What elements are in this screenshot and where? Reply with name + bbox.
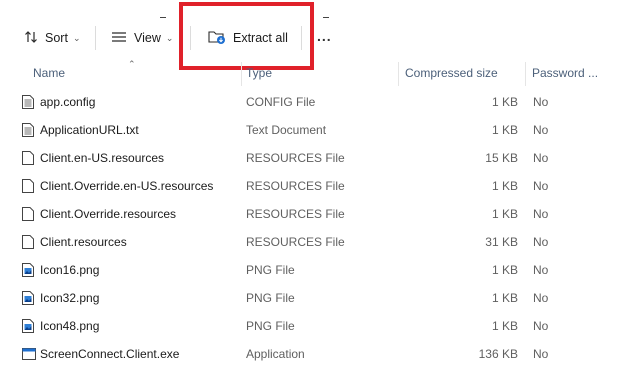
file-password: No: [533, 319, 549, 333]
column-divider[interactable]: [525, 62, 526, 86]
file-name: ApplicationURL.txt: [40, 123, 139, 137]
file-type: PNG File: [246, 319, 295, 333]
file-type: Application: [246, 347, 305, 361]
file-size: 1 KB: [491, 207, 518, 221]
file-type: Text Document: [246, 123, 327, 137]
file-type: RESOURCES File: [246, 151, 345, 165]
sort-label: Sort: [45, 31, 68, 45]
toolbar-separator: [95, 26, 96, 50]
file-name: Client.resources: [40, 235, 127, 249]
file-row[interactable]: Client.Override.en-US.resources RESOURCE…: [0, 172, 621, 200]
file-name: Icon32.png: [40, 291, 100, 305]
view-icon: [111, 30, 127, 47]
file-row[interactable]: Icon32.png PNG File 1 KB No: [0, 284, 621, 312]
file-name: Icon48.png: [40, 319, 100, 333]
blank-file-icon: [22, 207, 34, 221]
column-type[interactable]: Type: [246, 66, 272, 80]
column-header: ⌃ Name Type Compressed size Password ...: [0, 59, 621, 88]
file-type: RESOURCES File: [246, 179, 345, 193]
file-name: Client.Override.resources: [40, 207, 177, 221]
overflow-dash: [160, 17, 166, 18]
file-row[interactable]: app.config CONFIG File 1 KB No: [0, 88, 621, 116]
blank-file-icon: [22, 179, 34, 193]
image-file-icon: [22, 291, 34, 305]
text-file-icon: [22, 123, 34, 137]
file-password: No: [533, 291, 549, 305]
view-label: View: [134, 31, 161, 45]
file-name: Icon16.png: [40, 263, 100, 277]
file-row[interactable]: ScreenConnect.Client.exe Application 136…: [0, 340, 621, 368]
file-size: 1 KB: [491, 291, 518, 305]
sort-ascending-icon: ⌃: [128, 59, 136, 69]
file-password: No: [533, 235, 549, 249]
column-name[interactable]: Name: [33, 66, 65, 80]
file-size: 1 KB: [491, 263, 518, 277]
file-password: No: [533, 179, 549, 193]
file-size: 1 KB: [491, 319, 518, 333]
file-row[interactable]: Client.en-US.resources RESOURCES File 15…: [0, 144, 621, 172]
file-type: CONFIG File: [246, 95, 316, 109]
column-divider[interactable]: [241, 62, 242, 86]
file-row[interactable]: Icon48.png PNG File 1 KB No: [0, 312, 621, 340]
file-name: Client.en-US.resources: [40, 151, 165, 165]
chevron-down-icon: ⌄: [72, 32, 81, 43]
file-password: No: [533, 123, 549, 137]
file-name: app.config: [40, 95, 96, 109]
blank-file-icon: [22, 235, 34, 249]
toolbar-separator: [301, 26, 302, 50]
extract-folder-icon: [208, 29, 226, 48]
file-type: PNG File: [246, 263, 295, 277]
image-file-icon: [22, 263, 34, 277]
file-type: RESOURCES File: [246, 207, 345, 221]
toolbar-separator: [190, 26, 191, 50]
file-row[interactable]: Client.Override.resources RESOURCES File…: [0, 200, 621, 228]
file-size: 1 KB: [491, 179, 518, 193]
file-size: 31 KB: [485, 235, 518, 249]
application-icon: [22, 347, 36, 361]
sort-button[interactable]: Sort ⌄: [24, 26, 80, 50]
view-button[interactable]: View ⌄: [111, 26, 173, 50]
extract-all-label: Extract all: [233, 31, 288, 45]
image-file-icon: [22, 319, 34, 333]
file-password: No: [533, 347, 549, 361]
file-explorer: Sort ⌄ View ⌄ Extract all ... ⌃ Name Typ…: [0, 0, 621, 377]
sort-icon: [24, 30, 38, 47]
file-type: PNG File: [246, 291, 295, 305]
chevron-down-icon: ⌄: [165, 32, 174, 43]
file-password: No: [533, 95, 549, 109]
file-size: 15 KB: [485, 151, 518, 165]
column-compressed-size[interactable]: Compressed size: [405, 66, 498, 80]
overflow-dash: [323, 17, 329, 18]
file-size: 136 KB: [478, 347, 518, 361]
command-bar: Sort ⌄ View ⌄ Extract all ...: [0, 0, 621, 70]
file-row[interactable]: Icon16.png PNG File 1 KB No: [0, 256, 621, 284]
file-size: 1 KB: [491, 95, 518, 109]
file-size: 1 KB: [491, 123, 518, 137]
file-password: No: [533, 263, 549, 277]
file-name: Client.Override.en-US.resources: [40, 179, 214, 193]
file-type: RESOURCES File: [246, 235, 345, 249]
file-list: app.config CONFIG File 1 KB No Applicati…: [0, 88, 621, 368]
file-password: No: [533, 151, 549, 165]
more-options-button[interactable]: ...: [317, 28, 332, 44]
column-password[interactable]: Password ...: [532, 66, 598, 80]
config-file-icon: [22, 95, 34, 109]
column-divider[interactable]: [398, 62, 399, 86]
extract-all-button[interactable]: Extract all: [208, 26, 288, 50]
file-password: No: [533, 207, 549, 221]
file-row[interactable]: Client.resources RESOURCES File 31 KB No: [0, 228, 621, 256]
blank-file-icon: [22, 151, 34, 165]
file-row[interactable]: ApplicationURL.txt Text Document 1 KB No: [0, 116, 621, 144]
file-name: ScreenConnect.Client.exe: [40, 347, 180, 361]
